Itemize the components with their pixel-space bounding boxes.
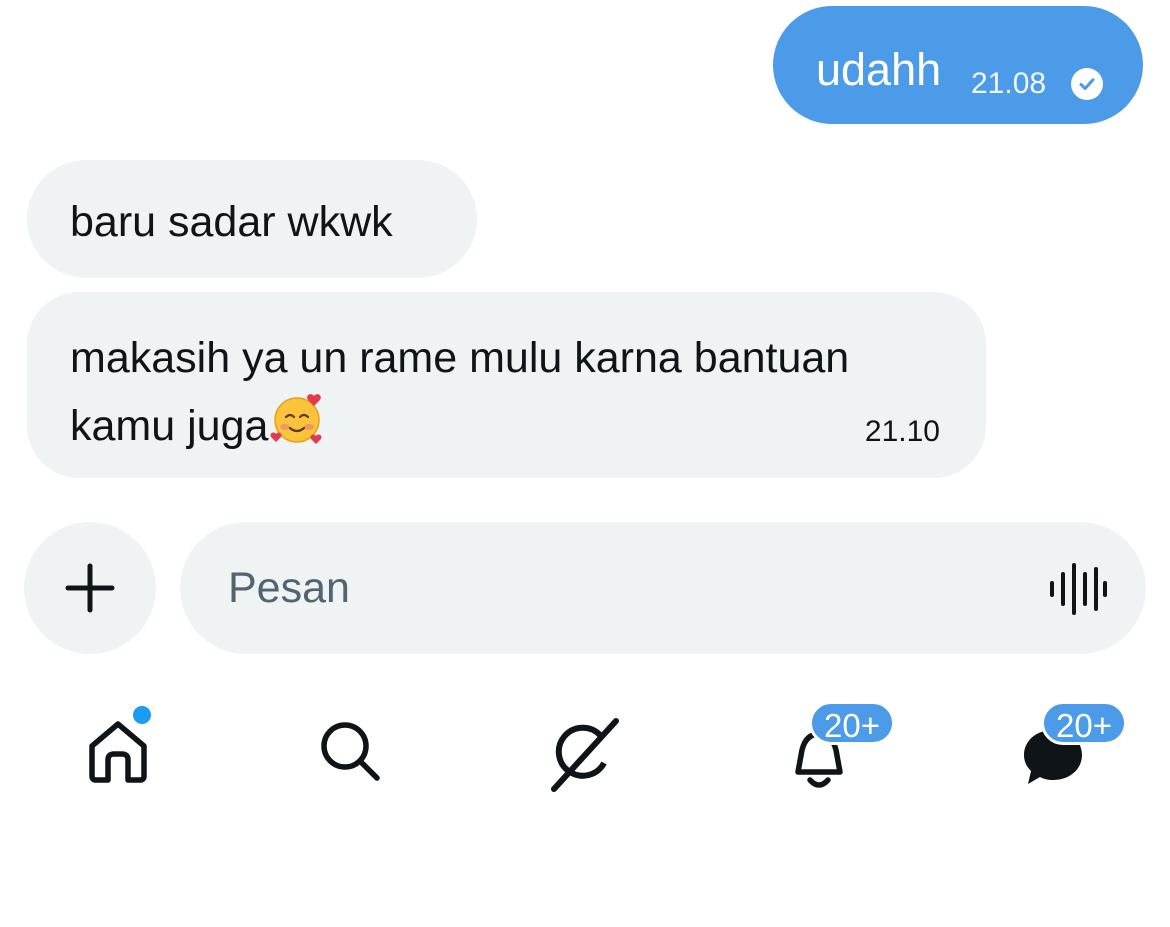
message-composer — [180, 522, 1146, 654]
message-text: makasih ya un rame mulu karna bantuan ka… — [70, 334, 850, 450]
sent-message-bubble[interactable]: udahh 21.08 — [773, 6, 1143, 124]
grok-icon — [551, 718, 619, 792]
home-icon — [89, 721, 147, 783]
notifications-badge: 20+ — [809, 701, 895, 745]
voice-waveform-icon — [1050, 563, 1107, 615]
received-message-bubble[interactable]: baru sadar wkwk — [27, 160, 477, 278]
message-text-block: makasih ya un rame mulu karna bantuan ka… — [70, 326, 930, 458]
smiling-face-with-hearts-icon — [268, 390, 326, 448]
search-icon — [321, 722, 380, 781]
read-check-icon — [1071, 68, 1103, 100]
message-time: 21.08 — [971, 67, 1047, 100]
received-message-bubble[interactable]: makasih ya un rame mulu karna bantuan ka… — [27, 292, 986, 478]
nav-grok[interactable] — [537, 708, 627, 798]
message-text: udahh — [816, 44, 942, 95]
message-time: 21.10 — [864, 415, 940, 448]
nav-search[interactable] — [305, 706, 395, 796]
messages-badge: 20+ — [1041, 701, 1127, 745]
plus-icon — [65, 563, 115, 613]
message-text: baru sadar wkwk — [70, 198, 393, 246]
message-input[interactable] — [228, 556, 1008, 620]
add-attachment-button[interactable] — [24, 522, 156, 654]
voice-message-button[interactable] — [1048, 562, 1108, 616]
home-notification-dot — [133, 706, 151, 724]
